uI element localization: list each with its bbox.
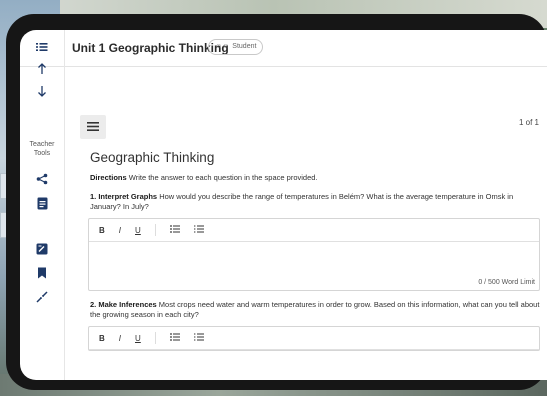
- share-icon[interactable]: [33, 170, 51, 188]
- answer-textarea-1[interactable]: 0 / 500 Word Limit: [89, 242, 539, 290]
- bullet-list-icon[interactable]: [169, 333, 180, 343]
- side-rail: Teacher Tools: [20, 30, 65, 380]
- app-screen: Unit 1 Geographic Thinking ☺☺ Student Te…: [20, 30, 547, 380]
- italic-button[interactable]: I: [119, 226, 121, 235]
- arrow-down-icon[interactable]: [33, 82, 51, 100]
- collapse-icon[interactable]: [33, 288, 51, 306]
- bullet-list-icon[interactable]: [169, 225, 180, 235]
- people-icon: ☺☺: [215, 43, 230, 50]
- answer-editor-1: B I U 0 / 500 Word Limit: [88, 218, 540, 291]
- arrow-up-icon[interactable]: [33, 60, 51, 78]
- editor-toolbar: B I U: [89, 327, 539, 350]
- directions-label: Directions: [90, 173, 127, 182]
- italic-button[interactable]: I: [119, 334, 121, 343]
- numbered-list-icon[interactable]: [193, 333, 204, 343]
- word-limit: 0 / 500 Word Limit: [478, 279, 535, 286]
- menu-button[interactable]: [80, 115, 106, 139]
- question-2: 2. Make Inferences Most crops need water…: [90, 300, 540, 320]
- question-1: 1. Interpret Graphs How would you descri…: [90, 192, 540, 212]
- question-text: Most crops need water and warm temperatu…: [90, 300, 540, 319]
- top-bar: Unit 1 Geographic Thinking ☺☺ Student: [20, 30, 547, 67]
- underline-button[interactable]: U: [135, 226, 141, 235]
- bookmark-icon[interactable]: [33, 264, 51, 282]
- worksheet: Geographic Thinking Directions Write the…: [88, 150, 540, 351]
- list-icon[interactable]: [33, 38, 51, 56]
- directions-text: Write the answer to each question in the…: [128, 173, 318, 182]
- editor-toolbar: B I U: [89, 219, 539, 242]
- bold-button[interactable]: B: [99, 226, 105, 235]
- question-label: 2. Make Inferences: [90, 300, 157, 309]
- tablet-frame: Unit 1 Geographic Thinking ☺☺ Student Te…: [6, 14, 547, 390]
- bold-button[interactable]: B: [99, 334, 105, 343]
- page-counter: 1 of 1: [518, 118, 539, 127]
- badge-label: Student: [232, 43, 257, 50]
- toolbar-divider: [154, 224, 156, 236]
- edit-note-icon[interactable]: [33, 240, 51, 258]
- notes-icon[interactable]: [33, 194, 51, 212]
- answer-editor-2: B I U: [88, 326, 540, 351]
- question-label: 1. Interpret Graphs: [90, 192, 158, 201]
- page-title: Unit 1 Geographic Thinking: [72, 41, 229, 55]
- toolbar-divider: [154, 332, 156, 344]
- directions: Directions Write the answer to each ques…: [90, 173, 540, 182]
- hamburger-icon: [87, 118, 99, 136]
- underline-button[interactable]: U: [135, 334, 141, 343]
- student-badge: ☺☺ Student: [208, 39, 264, 55]
- teacher-tools-label: Teacher Tools: [29, 141, 55, 157]
- worksheet-heading: Geographic Thinking: [90, 150, 215, 165]
- numbered-list-icon[interactable]: [193, 225, 204, 235]
